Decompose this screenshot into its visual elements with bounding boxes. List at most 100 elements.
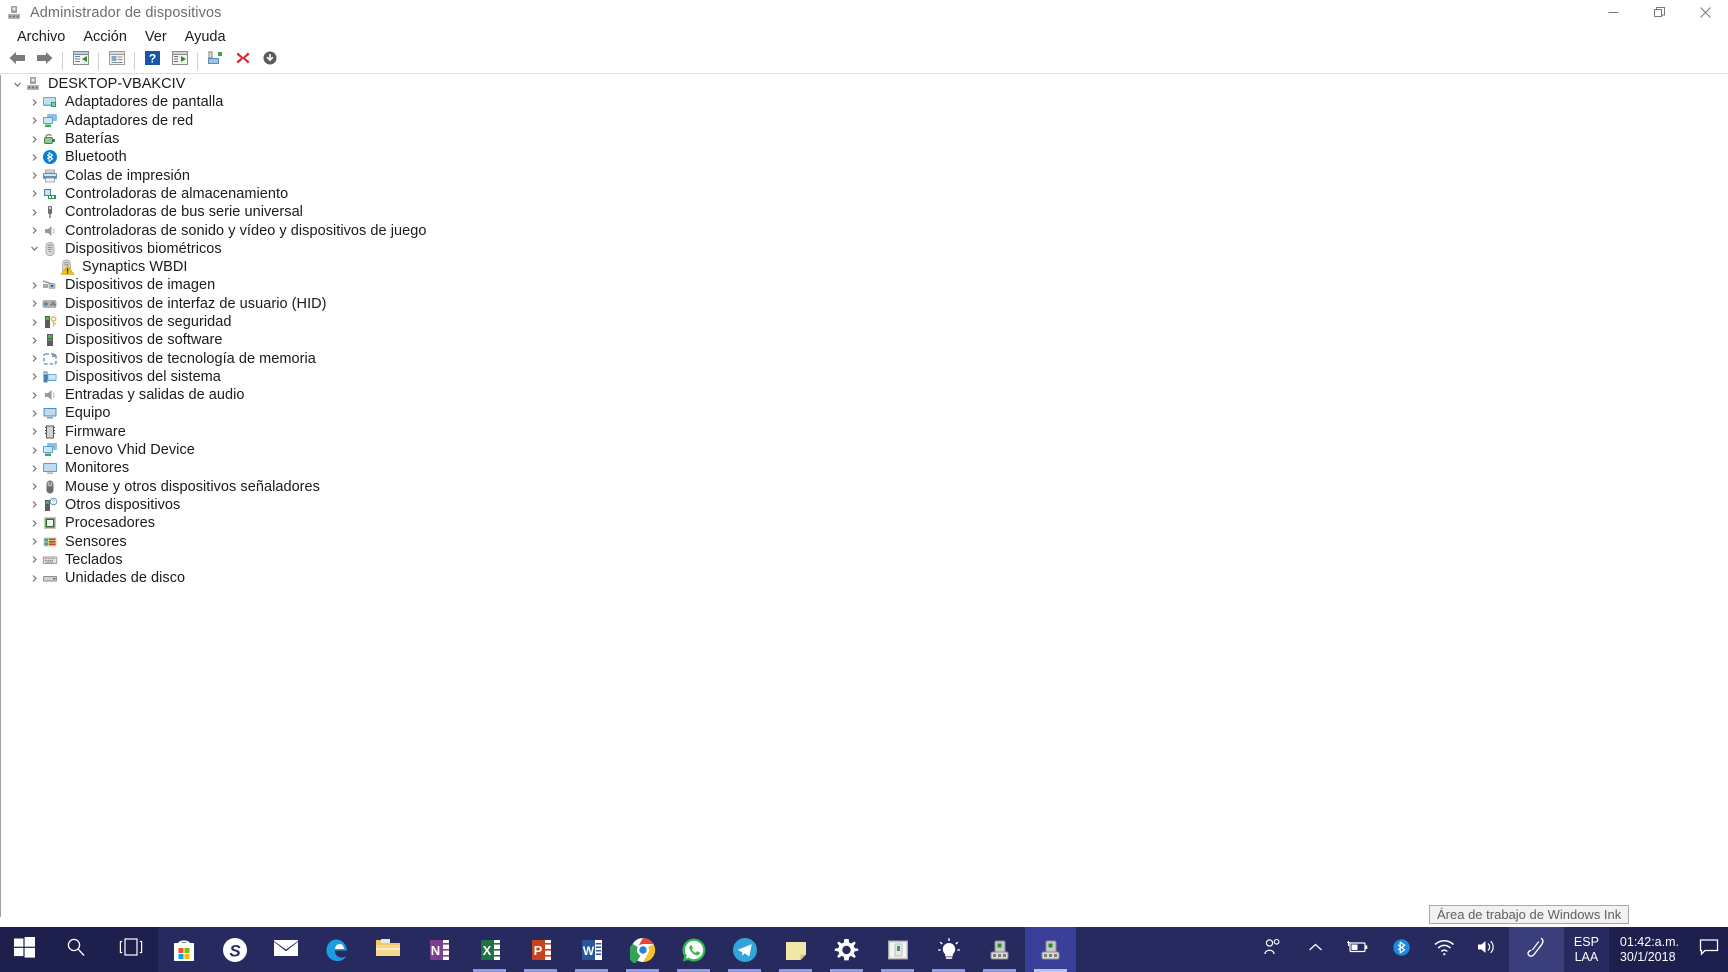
taskbar-chrome[interactable] (617, 927, 668, 972)
chevron-right-icon[interactable] (26, 281, 42, 290)
disable-device-button[interactable] (256, 49, 283, 73)
chevron-right-icon[interactable] (26, 537, 42, 546)
chevron-right-icon[interactable] (26, 427, 42, 436)
tree-row-baterias[interactable]: Baterías (1, 130, 1728, 148)
menu-archivo[interactable]: Archivo (8, 27, 74, 47)
tree-row-controladoras-de-sonido-y-video[interactable]: Controladoras de sonido y vídeo y dispos… (1, 221, 1728, 239)
taskbar-file-explorer[interactable] (362, 927, 413, 972)
taskbar-settings[interactable] (821, 927, 872, 972)
chevron-right-icon[interactable] (26, 189, 42, 198)
tree-row-equipo[interactable]: Equipo (1, 404, 1728, 422)
chevron-down-icon[interactable] (9, 80, 25, 89)
tray-windows-ink-button[interactable] (1508, 927, 1564, 972)
chevron-right-icon[interactable] (26, 500, 42, 509)
tree-row-root[interactable]: DESKTOP-VBAKCIV (1, 75, 1728, 93)
tree-row-adaptadores-de-red[interactable]: Adaptadores de red (1, 112, 1728, 130)
tree-row-bluetooth[interactable]: Bluetooth (1, 148, 1728, 166)
taskbar-edge[interactable] (311, 927, 362, 972)
chevron-right-icon[interactable] (26, 519, 42, 528)
action-center-button[interactable] (1690, 927, 1728, 972)
chevron-right-icon[interactable] (26, 171, 42, 180)
chevron-right-icon[interactable] (26, 446, 42, 455)
chevron-right-icon[interactable] (26, 226, 42, 235)
tree-row-teclados[interactable]: Teclados (1, 551, 1728, 569)
taskbar-microsoft-store[interactable] (158, 927, 209, 972)
tree-row-dispositivos-de-software[interactable]: Dispositivos de software (1, 331, 1728, 349)
chevron-right-icon[interactable] (26, 98, 42, 107)
tree-row-procesadores[interactable]: Procesadores (1, 514, 1728, 532)
taskbar-device-manager-2[interactable] (1025, 927, 1076, 972)
chevron-right-icon[interactable] (26, 391, 42, 400)
tree-row-controladoras-de-bus-serie-universal[interactable]: Controladoras de bus serie universal (1, 203, 1728, 221)
tray-volume-button[interactable] (1466, 927, 1509, 972)
restore-button[interactable] (1636, 0, 1682, 25)
chevron-right-icon[interactable] (26, 153, 42, 162)
tree-row-dispositivos-de-imagen[interactable]: Dispositivos de imagen (1, 276, 1728, 294)
back-button[interactable] (4, 49, 31, 73)
language-indicator[interactable]: ESP LAA (1564, 927, 1609, 972)
chevron-right-icon[interactable] (26, 299, 42, 308)
chevron-right-icon[interactable] (26, 318, 42, 327)
tree-row-firmware[interactable]: Firmware (1, 423, 1728, 441)
chevron-right-icon[interactable] (26, 464, 42, 473)
chevron-right-icon[interactable] (26, 372, 42, 381)
start-button[interactable] (0, 927, 48, 972)
chevron-right-icon[interactable] (26, 409, 42, 418)
properties-button[interactable] (103, 49, 130, 73)
taskbar-telegram[interactable] (719, 927, 770, 972)
scan-hardware-changes-button[interactable] (166, 49, 193, 73)
taskbar-idea-lightbulb[interactable] (923, 927, 974, 972)
tree-row-unidades-de-disco[interactable]: Unidades de disco (1, 569, 1728, 587)
taskbar-skype[interactable]: S (209, 927, 260, 972)
tray-people-button[interactable] (1251, 927, 1294, 972)
uninstall-device-button[interactable] (229, 49, 256, 73)
clock[interactable]: 01:42:a.m. 30/1/2018 (1608, 927, 1690, 972)
taskbar-excel[interactable]: X (464, 927, 515, 972)
chevron-right-icon[interactable] (26, 135, 42, 144)
close-button[interactable] (1682, 0, 1728, 25)
menu-ver[interactable]: Ver (136, 27, 176, 47)
tree-row-dispositivos-del-sistema[interactable]: Dispositivos del sistema (1, 368, 1728, 386)
chevron-right-icon[interactable] (26, 555, 42, 564)
chevron-right-icon[interactable] (26, 482, 42, 491)
task-view-button[interactable] (103, 927, 158, 972)
tree-row-dispositivos-biometricos[interactable]: Dispositivos biométricos (1, 240, 1728, 258)
tree-row-entradas-y-salidas-de-audio[interactable]: Entradas y salidas de audio (1, 386, 1728, 404)
menu-accion[interactable]: Acción (74, 27, 136, 47)
show-hide-console-tree-button[interactable] (67, 49, 94, 73)
taskbar-device-manager-1[interactable] (974, 927, 1025, 972)
device-tree[interactable]: DESKTOP-VBAKCIV Adaptadores de pantalla (0, 75, 1728, 917)
tree-row-sensores[interactable]: Sensores (1, 532, 1728, 550)
tree-row-lenovo-vhid-device[interactable]: Lenovo Vhid Device (1, 441, 1728, 459)
tray-battery-button[interactable] (1337, 927, 1380, 972)
chevron-right-icon[interactable] (26, 208, 42, 217)
tray-show-hidden-icons-button[interactable] (1294, 927, 1337, 972)
taskbar-onenote[interactable]: N (413, 927, 464, 972)
tree-row-adaptadores-de-pantalla[interactable]: Adaptadores de pantalla (1, 93, 1728, 111)
chevron-right-icon[interactable] (26, 336, 42, 345)
taskbar-word[interactable]: W (566, 927, 617, 972)
search-button[interactable] (48, 927, 103, 972)
tree-row-colas-de-impresion[interactable]: Colas de impresión (1, 166, 1728, 184)
tree-row-dispositivos-de-seguridad[interactable]: Dispositivos de seguridad (1, 313, 1728, 331)
chevron-right-icon[interactable] (26, 354, 42, 363)
tree-row-monitores[interactable]: Monitores (1, 459, 1728, 477)
chevron-right-icon[interactable] (26, 116, 42, 125)
chevron-right-icon[interactable] (26, 574, 42, 583)
taskbar-sticky-notes[interactable] (770, 927, 821, 972)
help-button[interactable]: ? (139, 49, 166, 73)
taskbar-whatsapp[interactable] (668, 927, 719, 972)
taskbar-explorer-window[interactable] (872, 927, 923, 972)
update-driver-button[interactable] (202, 49, 229, 73)
chevron-down-icon[interactable] (26, 244, 42, 253)
taskbar-powerpoint[interactable]: P (515, 927, 566, 972)
taskbar-mail[interactable] (260, 927, 311, 972)
tree-row-mouse-y-otros-dispositivos-senaladores[interactable]: Mouse y otros dispositivos señaladores (1, 478, 1728, 496)
minimize-button[interactable] (1590, 0, 1636, 25)
tree-row-dispositivos-de-tecnologia-de-memoria[interactable]: Dispositivos de tecnología de memoria (1, 349, 1728, 367)
tree-row-controladoras-de-almacenamiento[interactable]: Controladoras de almacenamiento (1, 185, 1728, 203)
tree-row-dispositivos-hid[interactable]: Dispositivos de interfaz de usuario (HID… (1, 295, 1728, 313)
tree-row-synaptics-wbdi[interactable]: Synaptics WBDI (1, 258, 1728, 276)
tray-bluetooth-button[interactable] (1380, 927, 1423, 972)
tree-row-otros-dispositivos[interactable]: ? Otros dispositivos (1, 496, 1728, 514)
